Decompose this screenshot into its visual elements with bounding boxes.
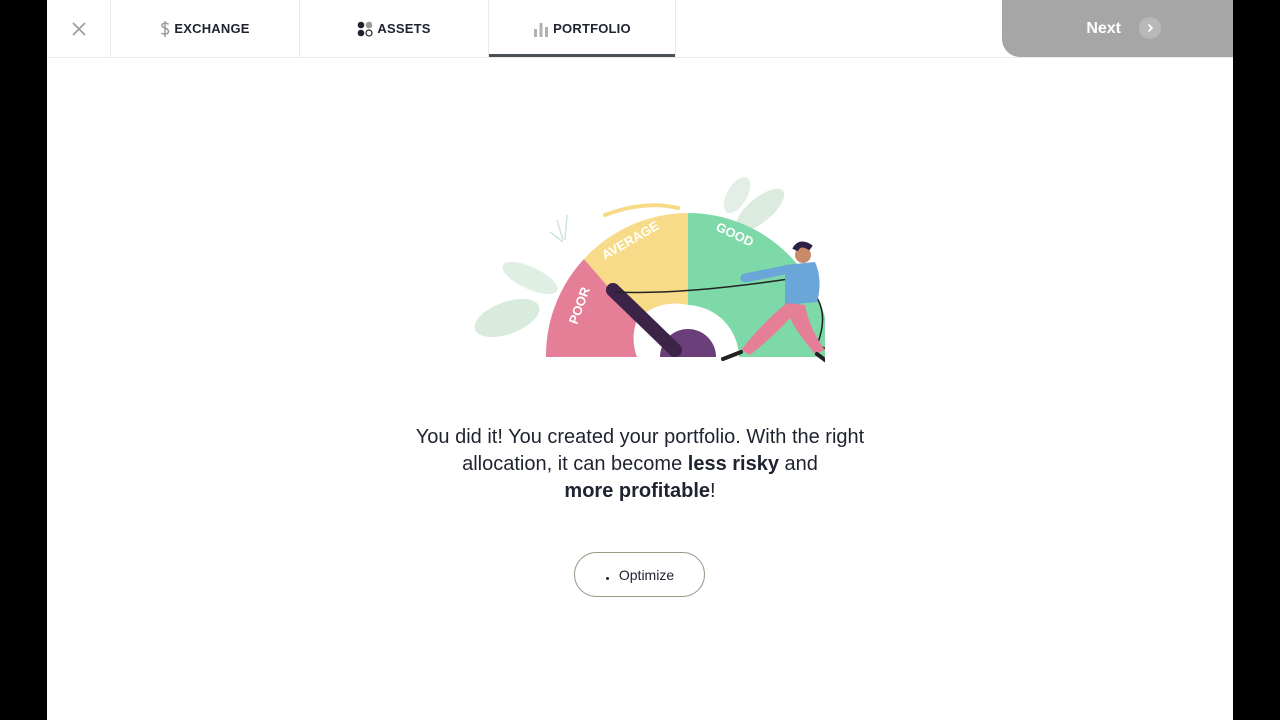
next-button-label: Next <box>1086 19 1121 37</box>
tab-portfolio-label: PORTFOLIO <box>553 21 631 36</box>
portfolio-gauge-illustration: POOR AVERAGE GOOD <box>474 176 825 363</box>
tab-assets[interactable]: ASSETS <box>300 0 489 57</box>
chevron-right-icon <box>1139 17 1161 39</box>
tab-portfolio[interactable]: PORTFOLIO <box>489 0 676 57</box>
close-icon <box>71 21 86 36</box>
optimize-button[interactable]: Optimize <box>574 552 705 597</box>
tab-exchange-label: EXCHANGE <box>174 21 250 36</box>
close-button[interactable] <box>47 0 111 57</box>
assets-dots-icon <box>357 21 373 37</box>
next-button[interactable]: Next <box>1002 0 1233 57</box>
message-text-2: and <box>778 453 818 475</box>
loading-spinner-icon <box>605 570 611 580</box>
tab-assets-label: ASSETS <box>377 21 431 36</box>
dollar-icon <box>160 20 170 38</box>
app-window: EXCHANGE ASSETS PORTFOLIO Next POOR AVER… <box>47 0 1233 720</box>
top-navigation-bar: EXCHANGE ASSETS PORTFOLIO Next <box>47 0 1233 58</box>
tab-exchange[interactable]: EXCHANGE <box>111 0 300 57</box>
bar-chart-icon <box>533 21 549 37</box>
message-bold-less-risky: less risky <box>687 453 779 475</box>
message-text-3: ! <box>710 480 716 502</box>
message-bold-more-profitable: more profitable <box>564 480 710 502</box>
completion-message: You did it! You created your portfolio. … <box>390 424 890 505</box>
optimize-button-label: Optimize <box>618 566 675 583</box>
